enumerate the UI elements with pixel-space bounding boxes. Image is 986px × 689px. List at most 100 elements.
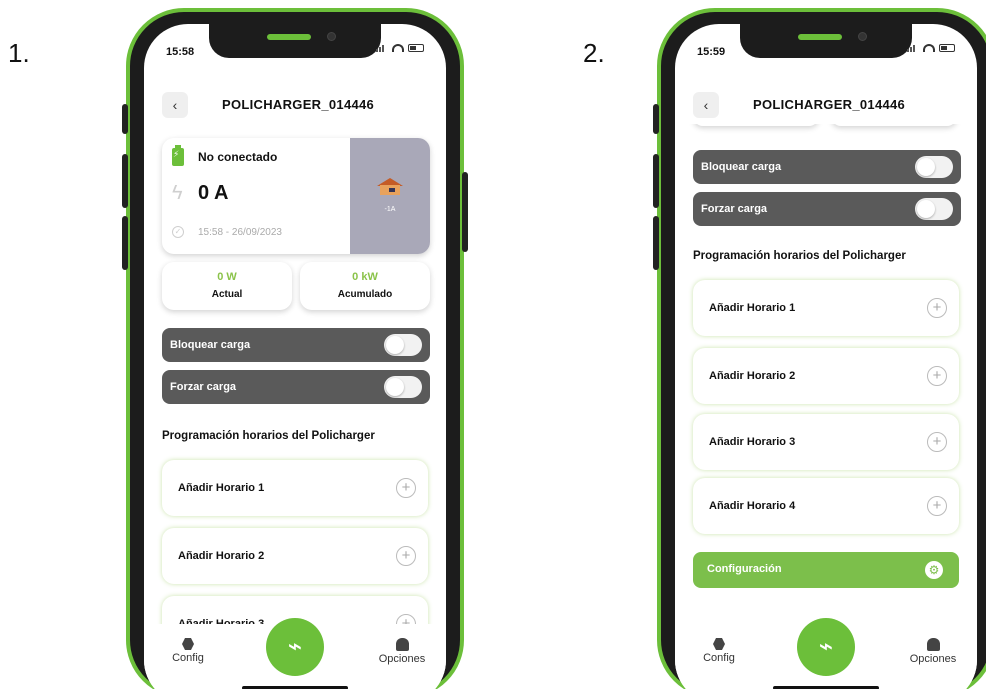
step-label-2: 2. <box>583 38 605 68</box>
speaker-pill <box>267 34 311 40</box>
bottom-nav: Config ⌁ Opciones <box>675 618 977 689</box>
nav-opciones[interactable]: Opciones <box>372 638 432 665</box>
page-title: POLICHARGER_014446 <box>753 97 906 112</box>
config-label: Configuración <box>707 563 782 575</box>
status-icons <box>376 44 424 52</box>
metric-card-cut <box>693 124 819 126</box>
scroll-content[interactable]: Bloquear carga Forzar carga Programación… <box>675 124 977 634</box>
toggle-row-bloquear: Bloquear carga <box>162 328 430 362</box>
toggle-row-bloquear: Bloquear carga <box>693 150 961 184</box>
signal-icon <box>907 44 919 52</box>
section-title: Programación horarios del Policharger <box>162 430 375 442</box>
status-icons <box>907 44 955 52</box>
schedule-card-1[interactable]: Añadir Horario 1 + <box>693 280 959 336</box>
gear-icon: ⚙ <box>925 561 943 579</box>
nav-label: Config <box>172 652 204 664</box>
bloquear-carga-toggle[interactable] <box>915 156 953 178</box>
back-button[interactable]: ‹ <box>162 92 188 118</box>
forzar-carga-toggle[interactable] <box>384 376 422 398</box>
wifi-icon <box>923 44 935 52</box>
schedule-card-1[interactable]: Añadir Horario 1 + <box>162 460 428 516</box>
nav-opciones[interactable]: Opciones <box>903 638 963 665</box>
battery-charging-icon <box>172 145 184 166</box>
plus-circle-icon[interactable]: + <box>396 478 416 498</box>
schedule-label: Añadir Horario 4 <box>709 500 796 512</box>
toggle-label: Forzar carga <box>170 381 237 393</box>
schedule-card-2[interactable]: Añadir Horario 2 + <box>162 528 428 584</box>
connection-status: No conectado <box>198 150 278 164</box>
stage: 1. 2. 15:58 ‹ POLICHARGER_014446 ⚡ No co… <box>0 0 986 689</box>
plus-circle-icon[interactable]: + <box>927 496 947 516</box>
side-button <box>653 154 659 208</box>
schedule-label: Añadir Horario 2 <box>178 550 265 562</box>
metric-label: Actual <box>211 289 243 300</box>
configuracion-button[interactable]: Configuración ⚙ <box>693 552 959 588</box>
chevron-left-icon: ‹ <box>172 97 178 113</box>
bolt-icon: ϟ <box>172 182 183 204</box>
toggle-label: Forzar carga <box>701 203 768 215</box>
hexagon-icon <box>182 638 194 650</box>
forzar-carga-toggle[interactable] <box>915 198 953 220</box>
check-circle-icon: ✓ <box>172 226 184 238</box>
house-icon <box>377 178 403 196</box>
page-title: POLICHARGER_014446 <box>222 97 375 112</box>
house-value: -1A <box>384 206 396 213</box>
bottom-nav: Config ⌁ Opciones <box>144 618 446 689</box>
header: ‹ POLICHARGER_014446 <box>675 90 977 120</box>
wifi-icon <box>392 44 404 52</box>
plug-leaf-icon: ⌁ <box>818 633 834 660</box>
side-button <box>122 104 128 134</box>
scroll-content[interactable]: No conectado ϟ 0 A ✓ 15:58 - 26/09/2023 … <box>144 124 446 634</box>
back-button[interactable]: ‹ <box>693 92 719 118</box>
bell-icon <box>395 638 409 651</box>
nav-label: Opciones <box>909 653 957 665</box>
battery-status-icon <box>408 44 424 52</box>
phone-2: 15:59 ‹ POLICHARGER_014446 Bloquear carg… <box>653 8 986 689</box>
camera-icon <box>858 32 867 41</box>
notch <box>740 24 912 58</box>
status-timestamp: 15:58 - 26/09/2023 <box>198 227 282 238</box>
plus-circle-icon[interactable]: + <box>927 432 947 452</box>
chevron-left-icon: ‹ <box>703 97 709 113</box>
side-button <box>462 172 468 252</box>
phone-screen: 15:58 ‹ POLICHARGER_014446 No conectado … <box>144 24 446 689</box>
toggle-row-forzar: Forzar carga <box>162 370 430 404</box>
metric-value: 0 W <box>217 271 237 283</box>
battery-status-icon <box>939 44 955 52</box>
metric-card-cut <box>831 124 957 126</box>
charger-status-card: No conectado ϟ 0 A ✓ 15:58 - 26/09/2023 … <box>162 138 430 254</box>
plus-circle-icon[interactable]: + <box>927 298 947 318</box>
metric-label: Acumulado <box>337 289 393 300</box>
schedule-label: Añadir Horario 3 <box>709 436 796 448</box>
current-value: 0 A <box>198 182 229 204</box>
side-button <box>653 216 659 270</box>
camera-icon <box>327 32 336 41</box>
status-time: 15:59 <box>697 46 726 58</box>
speaker-pill <box>798 34 842 40</box>
metric-value: 0 kW <box>352 271 378 283</box>
hexagon-icon <box>713 638 725 650</box>
step-label-1: 1. <box>8 38 30 68</box>
signal-icon <box>376 44 388 52</box>
nav-label: Opciones <box>378 653 426 665</box>
schedule-card-2[interactable]: Añadir Horario 2 + <box>693 348 959 404</box>
nav-label: Config <box>703 652 735 664</box>
bloquear-carga-toggle[interactable] <box>384 334 422 356</box>
nav-config[interactable]: Config <box>689 638 749 664</box>
side-button <box>122 216 128 270</box>
charger-fab-button[interactable]: ⌁ <box>797 618 855 676</box>
section-title: Programación horarios del Policharger <box>693 250 906 262</box>
schedule-card-4[interactable]: Añadir Horario 4 + <box>693 478 959 534</box>
schedule-card-3[interactable]: Añadir Horario 3 + <box>693 414 959 470</box>
notch <box>209 24 381 58</box>
plug-leaf-icon: ⌁ <box>287 633 303 660</box>
nav-config[interactable]: Config <box>158 638 218 664</box>
house-panel: -1A <box>350 138 430 254</box>
plus-circle-icon[interactable]: + <box>927 366 947 386</box>
phone-screen: 15:59 ‹ POLICHARGER_014446 Bloquear carg… <box>675 24 977 689</box>
header: ‹ POLICHARGER_014446 <box>144 90 446 120</box>
plus-circle-icon[interactable]: + <box>396 546 416 566</box>
toggle-row-forzar: Forzar carga <box>693 192 961 226</box>
side-button <box>122 154 128 208</box>
charger-fab-button[interactable]: ⌁ <box>266 618 324 676</box>
